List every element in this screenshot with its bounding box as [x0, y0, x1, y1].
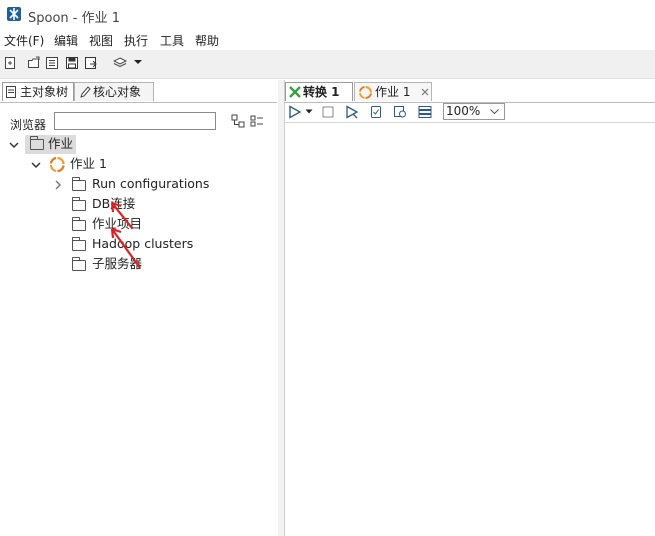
impact-analysis-icon[interactable]	[393, 105, 407, 119]
layers-icon[interactable]	[113, 56, 127, 70]
chevron-right-icon[interactable]	[53, 180, 63, 190]
explore-repository-icon[interactable]	[45, 56, 59, 70]
zoom-value: 100%	[446, 104, 481, 118]
title-bar: Spoon - 作业 1	[0, 0, 655, 30]
check-icon[interactable]	[369, 105, 383, 119]
spoon-app-icon	[7, 7, 21, 21]
tree-item-run-configurations[interactable]: Run configurations	[92, 175, 209, 193]
save-as-icon[interactable]	[84, 56, 98, 70]
tab-main-object-tree[interactable]: 主对象树	[2, 82, 74, 101]
transformation-icon	[289, 86, 301, 98]
annotation-arrows	[110, 201, 141, 269]
canvas-pane[interactable]	[284, 80, 655, 536]
menu-edit[interactable]: 编辑	[54, 32, 78, 49]
collapse-list-icon[interactable]	[250, 114, 264, 128]
window-title: Spoon - 作业 1	[28, 11, 121, 26]
chevron-down-icon[interactable]	[9, 140, 19, 150]
expand-tree-icon[interactable]	[231, 114, 245, 128]
menu-run[interactable]: 执行	[124, 32, 148, 49]
zoom-select[interactable]: 100%	[443, 103, 505, 120]
menu-help[interactable]: 帮助	[195, 32, 219, 49]
menu-view[interactable]: 视图	[89, 32, 113, 49]
menu-bar: 文件(F) 编辑 视图 执行 工具 帮助	[0, 30, 655, 50]
tree-job-1[interactable]: 作业 1	[70, 155, 107, 173]
open-folder-icon[interactable]	[27, 56, 41, 70]
tab-core-objects[interactable]: 核心对象	[74, 82, 154, 101]
sql-icon[interactable]	[418, 105, 432, 119]
tab-job-1[interactable]: 作业 1	[354, 82, 432, 101]
folder-icon	[72, 177, 86, 191]
folder-icon	[30, 136, 44, 150]
tab-main-label: 主对象树	[20, 85, 69, 99]
folder-icon	[72, 197, 86, 211]
tree-root-job[interactable]: 作业	[48, 135, 73, 153]
main-toolbar	[0, 50, 655, 79]
job-icon	[359, 86, 372, 99]
left-tab-bar: 主对象树 核心对象	[0, 82, 277, 103]
menu-file[interactable]: 文件(F)	[4, 32, 44, 49]
folder-icon	[72, 237, 86, 251]
search-input[interactable]	[54, 112, 216, 130]
layers-dropdown-icon[interactable]	[133, 59, 147, 73]
folder-icon	[72, 217, 86, 231]
new-file-icon[interactable]	[3, 56, 17, 70]
tab-transformation-1[interactable]: 转换 1	[285, 82, 353, 101]
run-dropdown-icon[interactable]	[305, 109, 319, 123]
tab-transformation-label: 转换 1	[303, 85, 340, 99]
folder-icon	[72, 257, 86, 271]
tab-core-label: 核心对象	[93, 85, 142, 99]
menu-tools[interactable]: 工具	[160, 32, 184, 49]
browser-label: 浏览器	[10, 118, 47, 132]
run-icon[interactable]	[288, 105, 302, 119]
tab-job-label: 作业 1	[375, 85, 411, 99]
chevron-down-icon[interactable]	[31, 160, 41, 170]
preview-icon[interactable]	[345, 105, 359, 119]
editor-tab-bar: 转换 1 作业 1	[284, 82, 655, 103]
chevron-down-icon	[490, 109, 499, 115]
document-icon	[6, 86, 16, 98]
job-icon	[50, 157, 65, 172]
save-icon[interactable]	[65, 56, 79, 70]
close-icon[interactable]	[421, 88, 429, 96]
stop-icon[interactable]	[321, 105, 335, 119]
pencil-icon	[80, 86, 91, 98]
